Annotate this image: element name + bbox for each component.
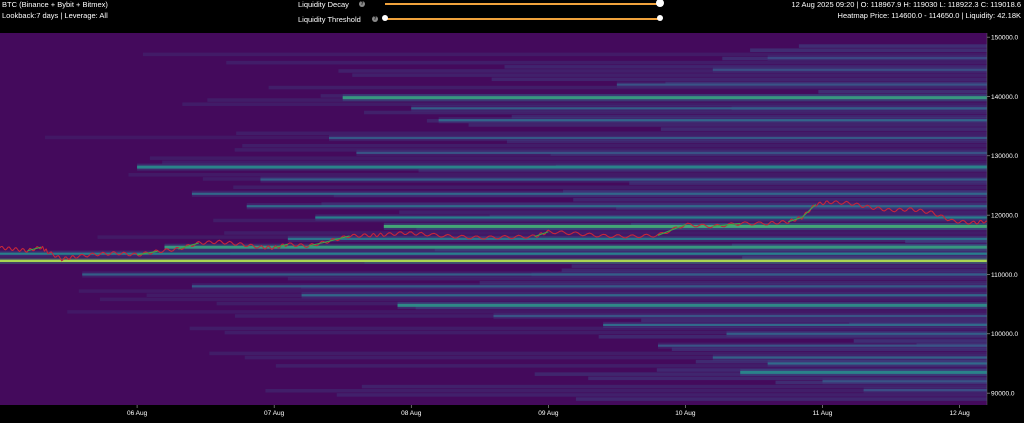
liquidity-band-glow bbox=[301, 292, 987, 299]
liquidity-band-glow bbox=[315, 214, 988, 221]
liquidity-decay-slider[interactable] bbox=[385, 3, 660, 5]
liquidity-band-glow bbox=[191, 190, 987, 197]
liquidity-band-faint bbox=[798, 44, 987, 48]
liquidity-band-faint bbox=[233, 185, 987, 190]
x-tick-label: 12 Aug bbox=[949, 410, 970, 417]
liquidity-band-faint bbox=[128, 173, 988, 177]
liquidity-band-glow bbox=[712, 66, 987, 73]
liquidity-band-glow bbox=[411, 105, 987, 112]
liquidity-band-glow bbox=[658, 342, 987, 349]
threshold-slider-start-handle[interactable] bbox=[382, 15, 388, 21]
liquidity-band-faint bbox=[336, 393, 987, 397]
y-tick-label: 90000.0 bbox=[991, 390, 1015, 397]
liquidity-band-glow bbox=[767, 360, 987, 367]
top-bar: BTC (Binance + Bybit + Bitmex) Lookback:… bbox=[0, 0, 1024, 33]
x-tick-label: 08 Aug bbox=[401, 410, 422, 417]
y-tick-label: 140000.0 bbox=[991, 94, 1018, 101]
pair-title: BTC (Binance + Bybit + Bitmex) bbox=[2, 0, 108, 9]
y-axis: 150000.0 140000.0 130000.0 120000.0 110000.0… bbox=[986, 33, 1018, 405]
liquidity-band-faint bbox=[573, 197, 987, 202]
liquidity-threshold-slider[interactable] bbox=[385, 18, 660, 20]
liquidity-threshold-label: Liquidity Threshold bbox=[298, 15, 361, 24]
liquidity-band-glow bbox=[287, 235, 987, 242]
liquidity-band-glow bbox=[863, 387, 987, 394]
liquidity-band-faint bbox=[236, 131, 988, 136]
liquidity-band-faint bbox=[468, 123, 987, 127]
liquidity-band-faint bbox=[750, 48, 987, 52]
y-tick-label: 100000.0 bbox=[991, 331, 1018, 338]
x-tick-label: 07 Aug bbox=[264, 410, 285, 417]
liquidity-band-glow bbox=[137, 163, 988, 171]
liquidity-band-glow bbox=[397, 301, 988, 309]
liquidation-heatmap-chart[interactable]: 150000.0 140000.0 130000.0 120000.0 110000.0… bbox=[0, 33, 1024, 423]
liquidity-band-glow bbox=[767, 54, 987, 62]
y-tick-label: 120000.0 bbox=[991, 212, 1018, 219]
liquidity-band-glow bbox=[82, 271, 987, 278]
liquidity-band-faint bbox=[242, 143, 988, 148]
liquidity-band-glow bbox=[603, 321, 987, 329]
y-tick-label: 150000.0 bbox=[991, 34, 1018, 41]
liquidity-band-faint bbox=[399, 210, 987, 214]
x-tick-label: 11 Aug bbox=[813, 410, 833, 417]
liquidity-band-glow bbox=[726, 330, 987, 337]
liquidity-band-glow bbox=[0, 257, 987, 265]
threshold-slider-handle[interactable] bbox=[657, 15, 663, 21]
liquidity-band-glow bbox=[356, 149, 988, 156]
heatmap-readout: Heatmap Price: 114600.0 - 114650.0 | Liq… bbox=[837, 11, 1021, 20]
x-tick-label: 06 Aug bbox=[127, 410, 148, 417]
liquidity-band-faint bbox=[575, 397, 987, 401]
decay-slider-handle[interactable] bbox=[656, 0, 664, 7]
liquidity-band-faint bbox=[571, 264, 987, 268]
liquidity-band-faint bbox=[660, 127, 987, 131]
liquidity-band-glow bbox=[712, 354, 987, 361]
lookback-leverage: Lookback:7 days | Leverage: All bbox=[2, 11, 108, 20]
y-tick-label: 110000.0 bbox=[991, 272, 1018, 279]
liquidity-band-faint bbox=[162, 160, 988, 165]
y-tick-label: 130000.0 bbox=[991, 153, 1018, 160]
liquidity-band-faint bbox=[226, 60, 988, 65]
liquidity-band-faint bbox=[491, 77, 987, 82]
liquidity-band-glow bbox=[740, 368, 987, 376]
liquidity-band-glow bbox=[822, 378, 987, 385]
ohlc-readout: 12 Aug 2025 09:20 | O: 118967.9 H: 11903… bbox=[791, 0, 1022, 9]
liquidity-band-glow bbox=[329, 134, 987, 142]
x-axis: 06 Aug 07 Aug 08 Aug 09 Aug 10 Aug 11 Aug 12 A… bbox=[127, 405, 970, 417]
liquidity-band-faint bbox=[818, 89, 987, 94]
liquidity-band-faint bbox=[853, 339, 987, 343]
liquidity-band-glow bbox=[493, 312, 987, 320]
liquidity-decay-label: Liquidity Decay bbox=[298, 0, 349, 9]
liquidity-band-glow bbox=[616, 81, 987, 88]
liquidity-band-glow bbox=[191, 283, 987, 290]
x-tick-label: 10 Aug bbox=[675, 410, 696, 417]
decay-info-icon[interactable]: ? bbox=[359, 1, 365, 7]
liquidity-band-faint bbox=[149, 156, 987, 160]
liquidity-band-glow bbox=[260, 176, 987, 183]
threshold-info-icon[interactable]: ? bbox=[372, 16, 378, 22]
liquidity-band-faint bbox=[352, 73, 987, 77]
x-tick-label: 09 Aug bbox=[538, 410, 559, 417]
liquidity-band-glow bbox=[342, 94, 987, 102]
liquidity-band-glow bbox=[438, 117, 988, 124]
